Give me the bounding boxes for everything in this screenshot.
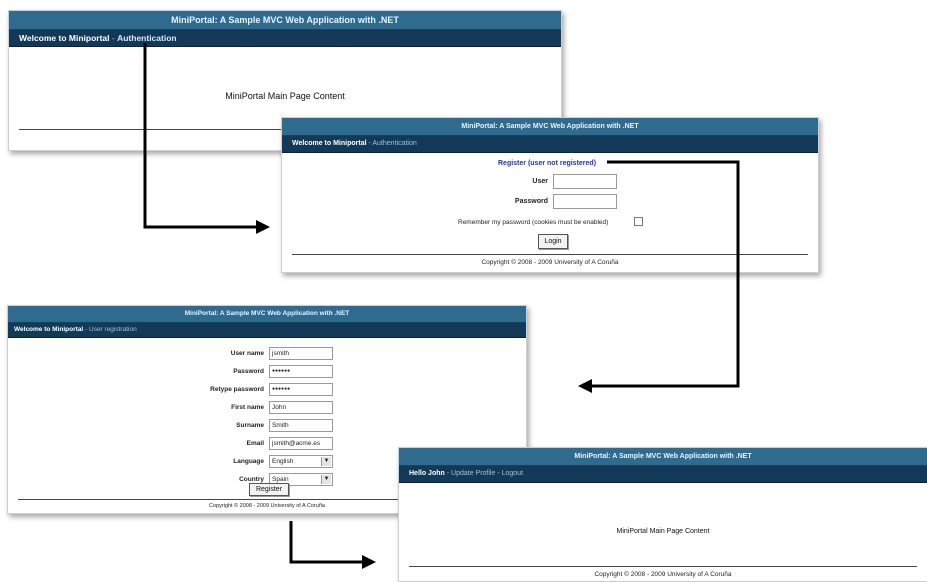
language-select[interactable]: English ▼	[269, 455, 333, 468]
chevron-down-icon: ▼	[321, 475, 331, 484]
nav-hello: Hello John	[409, 470, 445, 477]
nav-bar: Welcome to Miniportal - Authentication	[282, 136, 818, 153]
footer-text: Copyright © 2008 - 2009 University of A …	[594, 571, 732, 578]
nav-authentication: - Authentication	[366, 140, 417, 147]
password-input[interactable]: ●●●●●●	[269, 365, 333, 378]
surname-input[interactable]: Smith	[269, 419, 333, 432]
retype-password-label: Retype password	[210, 386, 264, 393]
main-content: MiniPortal Main Page Content	[225, 91, 345, 101]
app-title-bar: MiniPortal: A Sample MVC Web Application…	[9, 11, 561, 30]
language-value: English	[272, 458, 294, 465]
nav-user-registration: - User registration	[83, 326, 137, 333]
login-button[interactable]: Login	[538, 234, 568, 249]
user-input[interactable]	[553, 174, 617, 189]
nav-welcome: Welcome to Miniportal	[19, 33, 110, 43]
app-title-bar: MiniPortal: A Sample MVC Web Application…	[399, 448, 927, 466]
first-name-label: First name	[231, 404, 264, 411]
app-title: MiniPortal: A Sample MVC Web Application…	[171, 15, 399, 25]
password-input[interactable]	[553, 194, 617, 209]
chevron-down-icon: ▼	[321, 457, 331, 466]
first-name-input[interactable]: John	[269, 401, 333, 414]
app-title: MiniPortal: A Sample MVC Web Application…	[184, 310, 350, 317]
email-label: Email	[246, 440, 264, 447]
nav-bar: Hello John - Update Profile - Logout	[399, 466, 927, 483]
footer-divider	[292, 254, 808, 255]
language-label: Language	[233, 458, 264, 465]
window-authentication: MiniPortal: A Sample MVC Web Application…	[281, 117, 819, 273]
app-title-bar: MiniPortal: A Sample MVC Web Application…	[8, 306, 526, 323]
country-label: Country	[239, 476, 264, 483]
user-name-input[interactable]: jsmith	[269, 347, 333, 360]
app-title: MiniPortal: A Sample MVC Web Application…	[574, 453, 752, 460]
logout-link[interactable]: Logout	[502, 470, 523, 477]
register-button[interactable]: Register	[249, 483, 289, 496]
nav-separator: -	[109, 33, 118, 43]
email-input[interactable]: jsmith@acme.es	[269, 437, 333, 450]
surname-label: Surname	[236, 422, 264, 429]
user-label: User	[532, 178, 548, 185]
user-name-label: User name	[230, 350, 264, 357]
app-title-bar: MiniPortal: A Sample MVC Web Application…	[282, 118, 818, 136]
footer-divider	[409, 566, 917, 567]
update-profile-link[interactable]: Update Profile	[451, 470, 495, 477]
password-label: Password	[514, 198, 548, 205]
arrowhead-home	[362, 555, 376, 569]
nav-welcome: Welcome to Miniportal	[292, 140, 367, 147]
window-home-authenticated: MiniPortal: A Sample MVC Web Application…	[398, 447, 927, 582]
arrowhead-register	[578, 379, 592, 393]
nav-bar: Welcome to Miniportal - Authentication	[9, 30, 561, 47]
remember-checkbox[interactable]	[634, 217, 643, 226]
remember-label: Remember my password (cookies must be en…	[458, 219, 609, 226]
nav-bar: Welcome to Miniportal - User registratio…	[8, 323, 526, 338]
arrow-register-to-home	[289, 521, 362, 564]
main-content: MiniPortal Main Page Content	[616, 528, 710, 535]
footer-text: Copyright © 2008 - 2009 University of A …	[481, 259, 619, 266]
register-link[interactable]: Register (user not registered)	[498, 160, 596, 167]
password-label: Password	[233, 368, 264, 375]
country-value: Spain	[272, 476, 289, 483]
nav-welcome: Welcome to Miniportal	[14, 326, 84, 333]
authentication-link[interactable]: Authentication	[117, 33, 177, 43]
retype-password-input[interactable]: ●●●●●●	[269, 383, 333, 396]
app-title: MiniPortal: A Sample MVC Web Application…	[461, 123, 639, 130]
arrowhead-auth	[256, 220, 270, 234]
